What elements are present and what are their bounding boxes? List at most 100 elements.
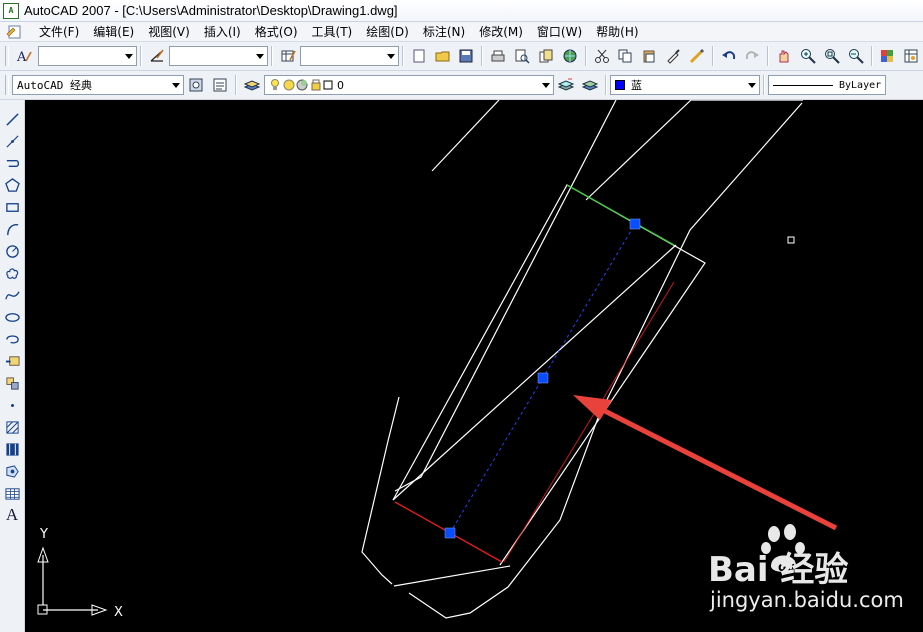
- open-file-icon[interactable]: [432, 45, 454, 67]
- grip-bottom[interactable]: [444, 527, 456, 539]
- layer-select[interactable]: 0: [264, 75, 554, 95]
- color-control-select[interactable]: 蓝: [610, 75, 760, 95]
- autocad-app-icon[interactable]: A: [3, 2, 19, 19]
- ellipse-arc-icon[interactable]: [3, 330, 21, 348]
- title-bar: A AutoCAD 2007 - [C:\Users\Administrator…: [0, 0, 923, 22]
- green-top-edge[interactable]: [566, 184, 675, 246]
- watermark-url: jingyan.baidu.com: [709, 588, 904, 612]
- toolbar-separator: [584, 46, 587, 66]
- rotated-rectangle[interactable]: [392, 184, 706, 566]
- baidu-jingyan-watermark: du Bai 经验 jingyan.baidu.com: [708, 524, 904, 612]
- menu-modify[interactable]: 修改(M): [472, 22, 530, 42]
- document-menu-icon[interactable]: [6, 24, 24, 40]
- region-icon[interactable]: [3, 462, 21, 480]
- diagonal-line[interactable]: [392, 244, 677, 501]
- cut-icon[interactable]: [591, 45, 613, 67]
- grip-middle[interactable]: [537, 372, 549, 384]
- undo-icon[interactable]: [718, 45, 740, 67]
- menu-tools[interactable]: 工具(T): [305, 22, 360, 42]
- make-object-layer-current-icon[interactable]: [555, 74, 577, 96]
- left-lower-boundary[interactable]: [361, 396, 400, 585]
- right-outer-edge[interactable]: [585, 100, 803, 201]
- pan-icon[interactable]: [773, 45, 795, 67]
- menu-window[interactable]: 窗口(W): [530, 22, 589, 42]
- block-editor-icon[interactable]: [686, 45, 708, 67]
- point-icon[interactable]: [3, 396, 21, 414]
- make-block-icon[interactable]: [3, 374, 21, 392]
- toolbar-separator: [401, 46, 404, 66]
- layers-toolbar: AutoCAD 经典 0 蓝 ByLayer: [0, 71, 923, 100]
- menu-draw[interactable]: 绘图(D): [359, 22, 416, 42]
- ucs-y-label: Y: [39, 527, 48, 542]
- menu-help[interactable]: 帮助(H): [589, 22, 645, 42]
- text-style-select[interactable]: [37, 46, 137, 66]
- spline-icon[interactable]: [3, 286, 21, 304]
- layer-previous-icon[interactable]: [579, 74, 601, 96]
- menu-edit[interactable]: 编辑(E): [86, 22, 141, 42]
- ucs-x-label: X: [114, 605, 123, 620]
- color-value: 蓝: [631, 79, 642, 92]
- ellipse-icon[interactable]: [3, 308, 21, 326]
- redo-icon[interactable]: [742, 45, 764, 67]
- bottom-wedge[interactable]: [393, 565, 511, 587]
- draw-toolbar: A: [0, 100, 25, 632]
- line-top-fragment[interactable]: [431, 100, 500, 172]
- menu-file[interactable]: 文件(F): [32, 22, 86, 42]
- design-center-icon[interactable]: [900, 45, 922, 67]
- publish-icon[interactable]: [535, 45, 557, 67]
- table-style-icon[interactable]: [277, 45, 299, 67]
- match-properties-icon[interactable]: [662, 45, 684, 67]
- layer-properties-icon[interactable]: [241, 74, 263, 96]
- insert-block-icon[interactable]: [3, 352, 21, 370]
- circle-icon[interactable]: [3, 242, 21, 260]
- copy-icon[interactable]: [614, 45, 636, 67]
- table-icon[interactable]: [3, 484, 21, 502]
- polyline-icon[interactable]: [3, 154, 21, 172]
- toolbar-grip[interactable]: [5, 75, 9, 95]
- workspace-settings-icon[interactable]: [185, 74, 207, 96]
- text-style-icon[interactable]: A: [13, 45, 35, 67]
- toolbar-separator: [763, 75, 765, 95]
- zoom-window-icon[interactable]: [821, 45, 843, 67]
- menu-view[interactable]: 视图(V): [141, 22, 197, 42]
- new-file-icon[interactable]: [408, 45, 430, 67]
- linetype-control-select[interactable]: ByLayer: [768, 75, 886, 95]
- toolbar-separator: [270, 46, 273, 66]
- properties-icon[interactable]: [877, 45, 899, 67]
- dimension-style-icon[interactable]: [146, 45, 168, 67]
- workspace-save-icon[interactable]: [209, 74, 231, 96]
- construction-line-icon[interactable]: [3, 132, 21, 150]
- svg-text:A: A: [16, 50, 27, 64]
- web-publish-icon[interactable]: [559, 45, 581, 67]
- drawing-area[interactable]: Y X du Bai 经验 jingyan.baidu.com: [26, 100, 923, 632]
- annotation-arrow: [573, 395, 838, 531]
- toolbar-grip[interactable]: [5, 46, 9, 66]
- zoom-realtime-icon[interactable]: [797, 45, 819, 67]
- table-style-select[interactable]: [299, 46, 399, 66]
- toolbar-separator: [139, 46, 142, 66]
- current-layer-name: 0: [337, 78, 344, 92]
- menu-format[interactable]: 格式(O): [248, 22, 305, 42]
- dimension-style-select[interactable]: [168, 46, 268, 66]
- standard-toolbar: A: [0, 42, 923, 71]
- polygon-icon[interactable]: [3, 176, 21, 194]
- gradient-icon[interactable]: [3, 440, 21, 458]
- plot-preview-icon[interactable]: [511, 45, 533, 67]
- plot-icon[interactable]: [487, 45, 509, 67]
- line-icon[interactable]: [3, 110, 21, 128]
- multiline-text-icon[interactable]: A: [3, 505, 21, 524]
- workspace-select[interactable]: AutoCAD 经典: [12, 75, 184, 95]
- arc-icon[interactable]: [3, 220, 21, 238]
- menu-dimension[interactable]: 标注(N): [416, 22, 472, 42]
- layer-state-icons: [271, 79, 333, 91]
- rectangle-icon[interactable]: [3, 198, 21, 216]
- ucs-icon: [37, 546, 108, 616]
- grip-top[interactable]: [629, 218, 641, 230]
- save-icon[interactable]: [456, 45, 478, 67]
- outer-boundary[interactable]: [408, 102, 803, 619]
- menu-insert[interactable]: 插入(I): [197, 22, 248, 42]
- hatch-icon[interactable]: [3, 418, 21, 436]
- paste-icon[interactable]: [638, 45, 660, 67]
- zoom-previous-icon[interactable]: [845, 45, 867, 67]
- revision-cloud-icon[interactable]: [3, 264, 21, 282]
